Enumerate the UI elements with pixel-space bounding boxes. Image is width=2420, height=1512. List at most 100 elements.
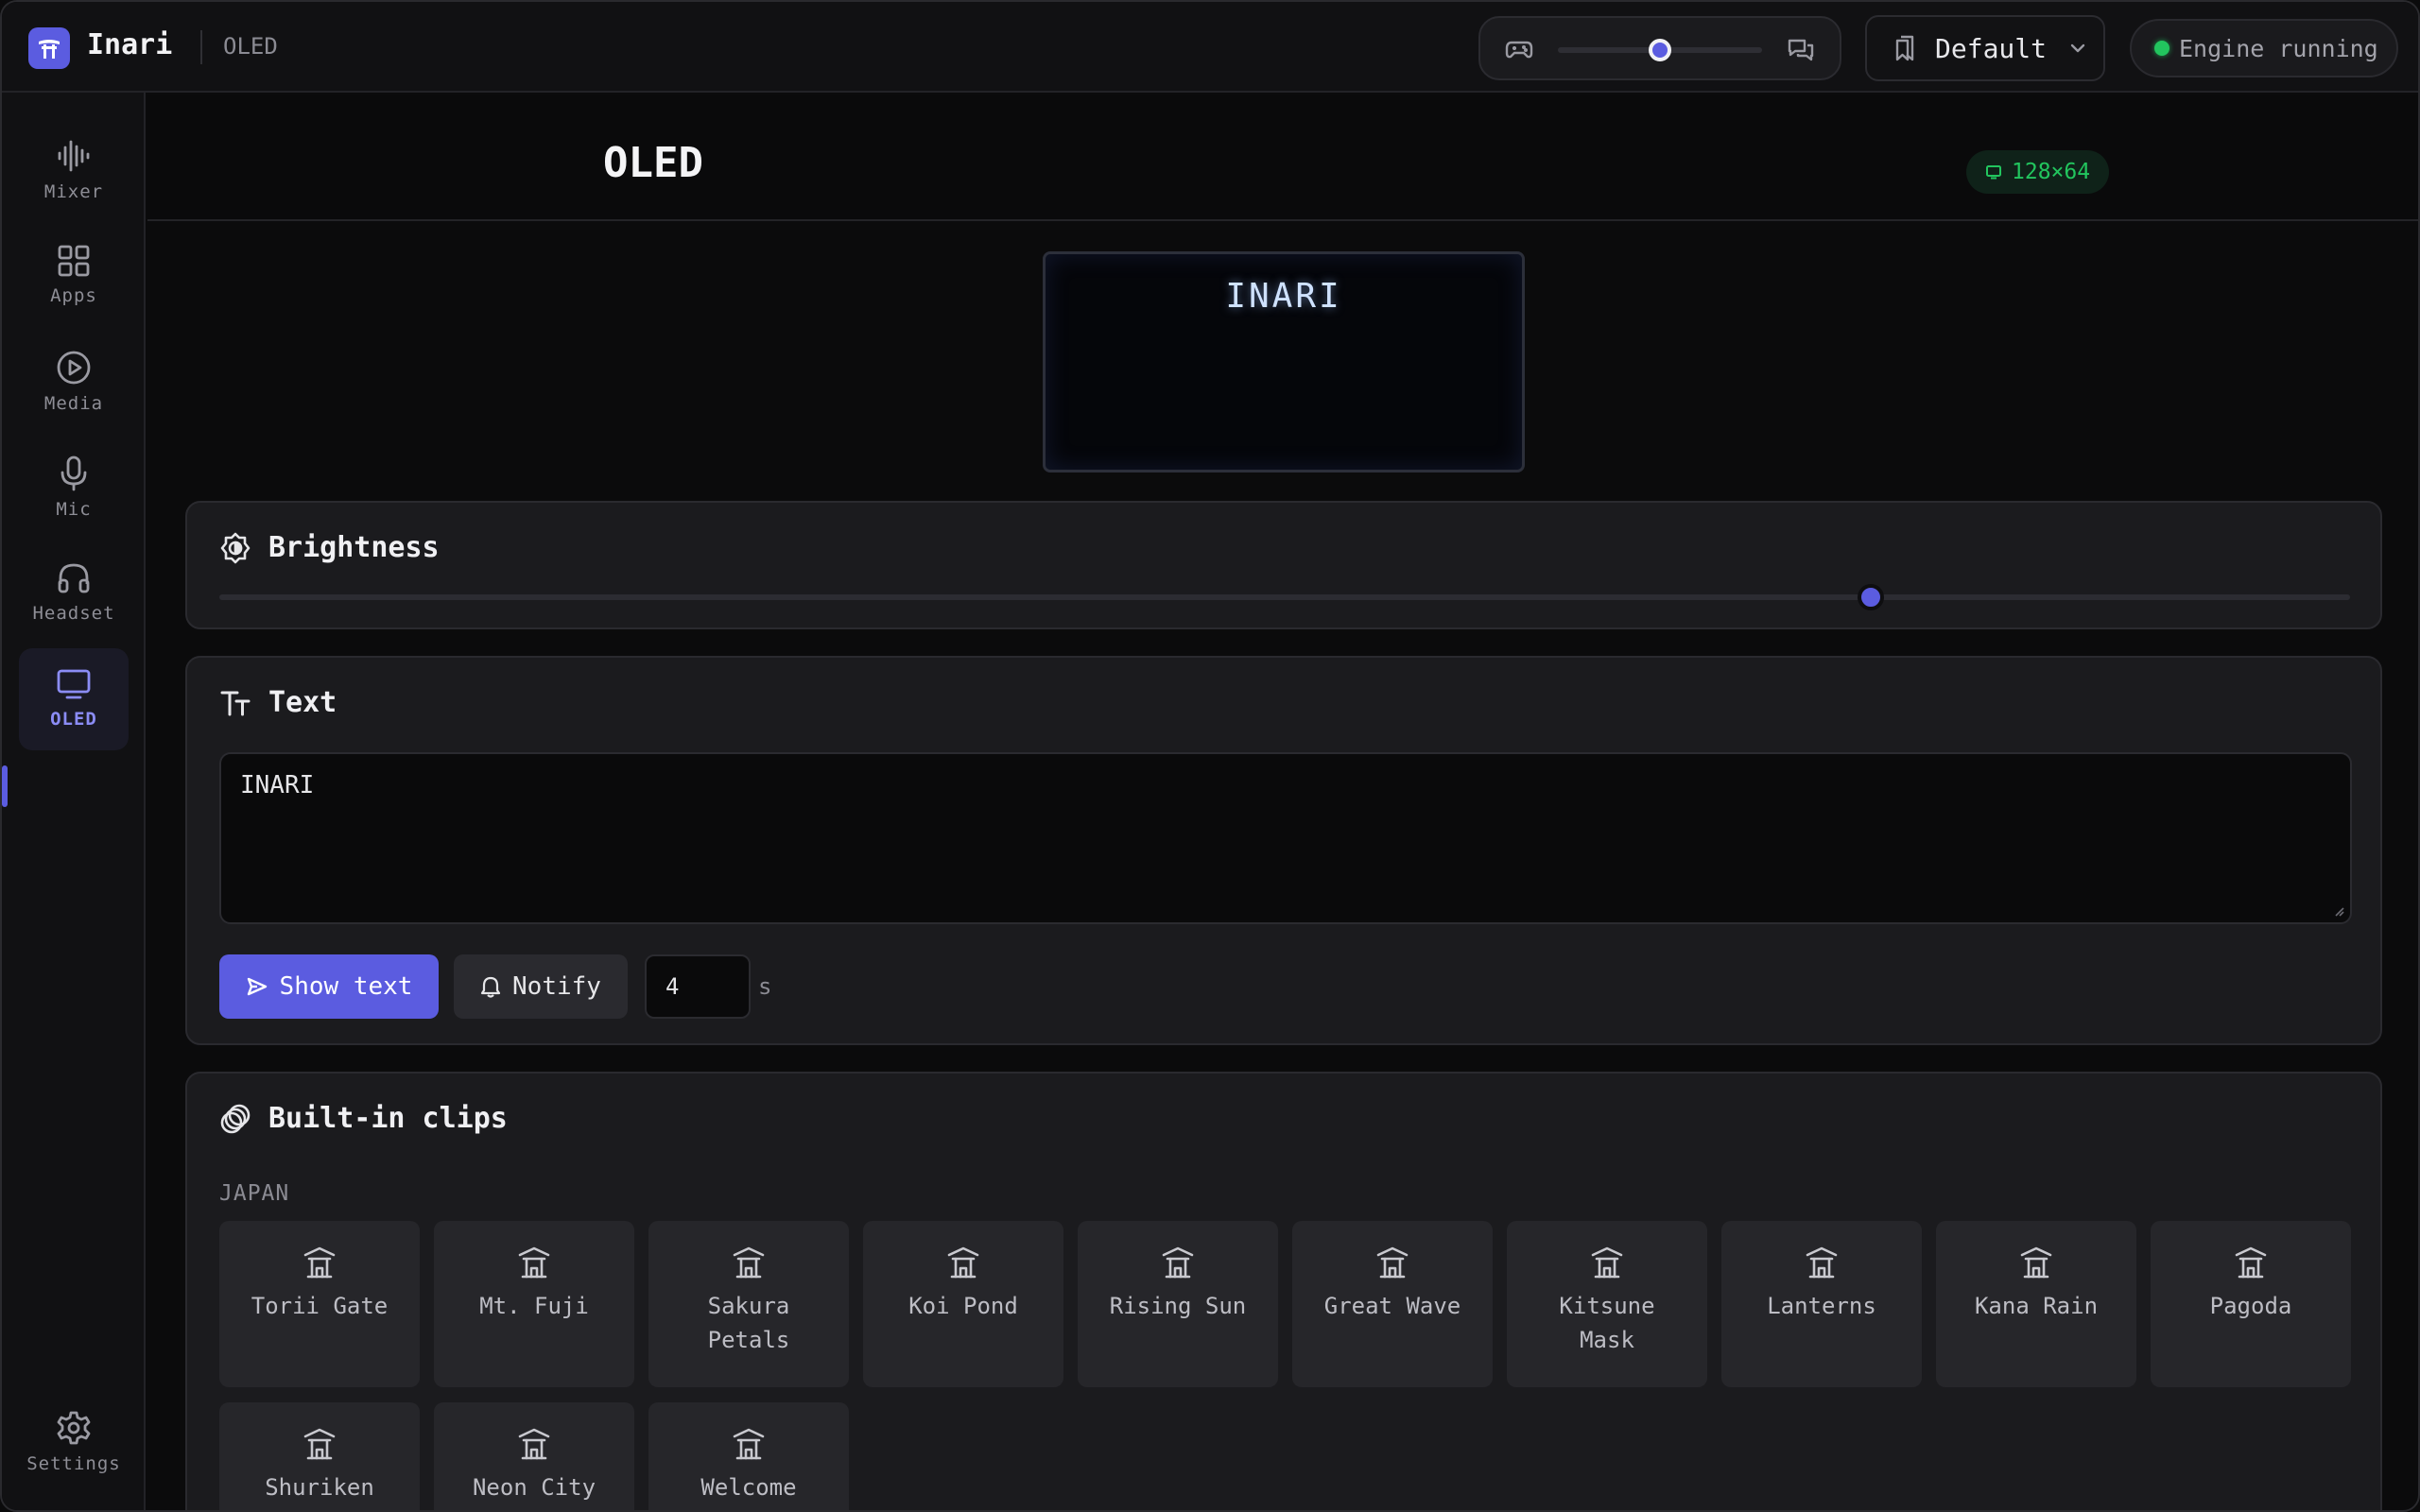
- clip-koi-pond[interactable]: Koi Pond: [863, 1221, 1063, 1387]
- app-window: Inari OLED Default Engine running Mixer …: [0, 0, 2420, 1512]
- sidebar-item-label: Settings: [26, 1453, 121, 1474]
- sidebar-item-oled[interactable]: OLED: [19, 648, 129, 750]
- clip-label: Kitsune Mask: [1559, 1293, 1655, 1353]
- shrine-icon: [303, 1246, 336, 1279]
- app-title: Inari: [87, 28, 173, 61]
- mode-slider-group: [1478, 16, 1841, 80]
- oled-preview-text: INARI: [1225, 277, 1342, 316]
- clip-neon-city[interactable]: Neon City: [434, 1402, 634, 1510]
- sidebar-item-mic[interactable]: Mic: [19, 437, 129, 539]
- sidebar-item-label: Headset: [32, 603, 115, 624]
- brightness-label: Brightness: [268, 531, 440, 564]
- shrine-icon: [303, 1428, 336, 1460]
- oled-preview: INARI: [1043, 251, 1525, 472]
- notify-button[interactable]: Notify: [454, 954, 628, 1019]
- send-icon: [247, 977, 267, 996]
- shrine-icon: [518, 1428, 550, 1460]
- clip-label: Mt. Fuji: [479, 1293, 589, 1319]
- headphones-icon: [58, 563, 90, 593]
- clips-title: Built-in clips: [219, 1102, 508, 1135]
- shrine-icon: [2020, 1246, 2052, 1279]
- mode-slider[interactable]: [1558, 39, 1762, 61]
- sidebar-item-mixer[interactable]: Mixer: [19, 119, 129, 221]
- title-divider: [200, 30, 202, 64]
- clip-rising-sun[interactable]: Rising Sun: [1078, 1221, 1278, 1387]
- resolution-badge: 128×64: [1966, 150, 2110, 194]
- sidebar-item-media[interactable]: Media: [19, 331, 129, 433]
- mode-slider-thumb[interactable]: [1649, 39, 1671, 61]
- notify-label: Notify: [512, 972, 601, 1001]
- page-header: OLED 128×64: [147, 94, 2418, 221]
- sidebar-item-settings[interactable]: Settings: [19, 1391, 129, 1493]
- play-circle-icon: [57, 351, 91, 385]
- clip-label: Torii Gate: [251, 1293, 389, 1319]
- clips-label: Built-in clips: [268, 1102, 508, 1135]
- sidebar-item-label: OLED: [50, 709, 97, 730]
- clip-label: Lanterns: [1767, 1293, 1876, 1319]
- shrine-icon: [1806, 1246, 1838, 1279]
- text-input[interactable]: INARI: [219, 752, 2352, 924]
- clip-shuriken[interactable]: Shuriken: [219, 1402, 420, 1510]
- sidebar-item-apps[interactable]: Apps: [19, 225, 129, 327]
- brightness-slider[interactable]: [219, 584, 2350, 610]
- clip-label: Kana Rain: [1974, 1293, 2099, 1319]
- clip-label: Shuriken: [265, 1474, 374, 1501]
- active-indicator: [2, 765, 8, 807]
- shrine-icon: [1162, 1246, 1194, 1279]
- bell-icon: [480, 976, 501, 998]
- gamepad-icon[interactable]: [1505, 37, 1533, 61]
- chevron-down-icon: [2070, 43, 2085, 53]
- clip-torii-gate[interactable]: Torii Gate: [219, 1221, 420, 1387]
- top-bar: Inari OLED Default Engine running: [2, 2, 2418, 93]
- engine-status-badge: Engine running: [2130, 19, 2398, 77]
- profile-dropdown[interactable]: Default: [1865, 15, 2105, 81]
- shrine-icon: [1376, 1246, 1409, 1279]
- page-title: OLED: [603, 139, 703, 187]
- clips-icon: [220, 1104, 251, 1133]
- clip-label: Neon City: [472, 1474, 596, 1501]
- clip-label: Pagoda: [2209, 1293, 2292, 1319]
- microphone-icon: [60, 455, 87, 491]
- brightness-card: Brightness: [185, 501, 2382, 629]
- show-text-button[interactable]: Show text: [219, 954, 439, 1019]
- clip-kitsune-mask[interactable]: Kitsune Mask: [1507, 1221, 1707, 1387]
- shrine-icon: [518, 1246, 550, 1279]
- profile-label: Default: [1935, 32, 2048, 64]
- clip-label: Welcome: [700, 1474, 797, 1501]
- shrine-icon: [947, 1246, 979, 1279]
- clip-sakura-petals[interactable]: Sakura Petals: [648, 1221, 849, 1387]
- monitor-icon: [57, 669, 91, 699]
- clip-kana-rain[interactable]: Kana Rain: [1936, 1221, 2136, 1387]
- chat-icon[interactable]: [1787, 37, 1815, 63]
- brightness-title: Brightness: [219, 531, 440, 564]
- resize-handle-icon[interactable]: [2333, 905, 2344, 917]
- clip-welcome[interactable]: Welcome: [648, 1402, 849, 1510]
- text-input-value: INARI: [240, 771, 315, 799]
- sidebar-item-label: Media: [43, 393, 104, 414]
- sidebar-item-label: Mixer: [43, 181, 104, 202]
- bookmark-icon: [1895, 35, 1914, 61]
- sidebar: Mixer Apps Media Mic Headset OLED Settin…: [2, 93, 146, 1510]
- sidebar-item-label: Apps: [50, 285, 97, 306]
- clip-pagoda[interactable]: Pagoda: [2151, 1221, 2351, 1387]
- waveform-icon: [58, 140, 90, 172]
- shrine-icon: [733, 1246, 765, 1279]
- text-card: Text INARI Show text Notify 4 s: [185, 656, 2382, 1045]
- clip-mt-fuji[interactable]: Mt. Fuji: [434, 1221, 634, 1387]
- shrine-icon: [1591, 1246, 1623, 1279]
- screen-icon: [1986, 165, 2001, 180]
- text-label: Text: [268, 686, 337, 719]
- breadcrumb: OLED: [223, 33, 278, 60]
- clip-lanterns[interactable]: Lanterns: [1721, 1221, 1922, 1387]
- clips-card: Built-in clips JAPAN Torii Gate Mt. Fuji…: [185, 1072, 2382, 1510]
- status-dot-icon: [2154, 41, 2169, 56]
- brightness-icon: [220, 532, 251, 563]
- show-text-label: Show text: [279, 972, 413, 1001]
- text-size-icon: [220, 691, 251, 715]
- duration-input[interactable]: 4: [645, 954, 751, 1019]
- inari-logo-icon: [28, 27, 70, 69]
- clip-great-wave[interactable]: Great Wave: [1292, 1221, 1493, 1387]
- brightness-slider-thumb[interactable]: [1857, 584, 1884, 610]
- sidebar-item-headset[interactable]: Headset: [19, 542, 129, 644]
- clip-group-label: JAPAN: [219, 1181, 290, 1206]
